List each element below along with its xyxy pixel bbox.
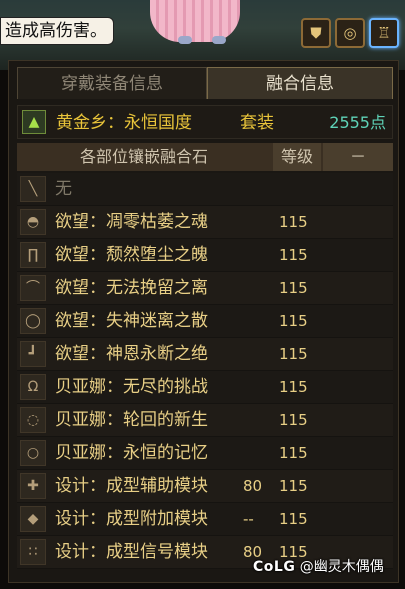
stone-name: 无 <box>55 179 72 199</box>
table-row[interactable]: ○ 贝亚娜：永恒的记忆 115 <box>17 437 393 470</box>
set-type: 套装 <box>240 113 274 133</box>
table-row[interactable]: ┛ 欲望：神恩永断之绝 115 <box>17 338 393 371</box>
fusion-info-panel: 穿戴装备信息 融合信息 ▲ 黄金乡：永恒国度 套装 2555点 各部位镶嵌融合石… <box>8 60 399 583</box>
set-points: 2555点 <box>329 113 386 132</box>
stone-level: 115 <box>279 411 308 429</box>
stone-name: 欲望：神恩永断之绝 <box>55 344 208 364</box>
belt-slot-icon: ◯ <box>20 308 46 334</box>
stone-name: 设计：成型辅助模块 <box>55 476 208 496</box>
table-row[interactable]: ◆ 设计：成型附加模块 -- 115 <box>17 503 393 536</box>
tab-bar: 穿戴装备信息 融合信息 <box>17 67 393 99</box>
stone-level: 115 <box>279 378 308 396</box>
set-bonus-icon: ▲ <box>22 110 46 134</box>
table-row[interactable]: ╲ 无 <box>17 173 393 206</box>
stone-name: 设计：成型信号模块 <box>55 542 208 562</box>
set-name: 黄金乡：永恒国度 <box>56 113 192 133</box>
table-row[interactable]: ⌒ 欲望：无法挽留之离 115 <box>17 272 393 305</box>
trophy-icon[interactable]: ♖ <box>369 18 399 48</box>
stone-name: 欲望：颓然堕尘之魄 <box>55 245 208 265</box>
stone-level: 115 <box>279 246 308 264</box>
tooltip-text: 造成高伤害。 <box>0 17 114 45</box>
stone-level: 115 <box>279 444 308 462</box>
top-button-bar: ⛊ ◎ ♖ <box>301 18 399 48</box>
table-row[interactable]: Ω 贝亚娜：无尽的挑战 115 <box>17 371 393 404</box>
magic-stone-slot-icon: ◆ <box>20 506 46 532</box>
stone-name: 欲望：失神迷离之散 <box>55 311 208 331</box>
character-feet <box>178 36 228 46</box>
tab-fusion-info[interactable]: 融合信息 <box>207 67 393 99</box>
armor-icon[interactable]: ⛊ <box>301 18 331 48</box>
ring-icon[interactable]: ◎ <box>335 18 365 48</box>
stone-level: 115 <box>279 477 308 495</box>
stone-extra: -- <box>243 510 254 528</box>
necklace-slot-icon: Ω <box>20 374 46 400</box>
stone-name: 欲望：凋零枯萎之魂 <box>55 212 208 232</box>
fusion-stone-list: ╲ 无 ◓ 欲望：凋零枯萎之魂 115 ∏ 欲望：颓然堕尘之魄 115 ⌒ 欲望… <box>17 173 393 569</box>
stone-level: 115 <box>279 279 308 297</box>
table-row[interactable]: ∏ 欲望：颓然堕尘之魄 115 <box>17 239 393 272</box>
stone-level: 115 <box>279 312 308 330</box>
watermark-brand: CoLG <box>253 559 296 575</box>
stone-name: 贝亚娜：轮回的新生 <box>55 410 208 430</box>
stone-name: 欲望：无法挽留之离 <box>55 278 208 298</box>
bracelet-slot-icon: ◌ <box>20 407 46 433</box>
set-info-row: ▲ 黄金乡：永恒国度 套装 2555点 <box>17 105 393 139</box>
table-row[interactable]: ◌ 贝亚娜：轮回的新生 115 <box>17 404 393 437</box>
stone-extra: 80 <box>243 477 263 495</box>
watermark-user: @幽灵木偶偶 <box>299 559 384 575</box>
stone-level: 115 <box>279 213 308 231</box>
ring-slot-icon: ○ <box>20 440 46 466</box>
support-slot-icon: ✚ <box>20 473 46 499</box>
stone-name: 贝亚娜：永恒的记忆 <box>55 443 208 463</box>
earring-slot-icon: ∷ <box>20 539 46 565</box>
table-row[interactable]: ✚ 设计：成型辅助模块 80 115 <box>17 470 393 503</box>
table-row[interactable]: ◓ 欲望：凋零枯萎之魂 115 <box>17 206 393 239</box>
sword-slot-icon: ╲ <box>20 176 46 202</box>
stone-level: 115 <box>279 510 308 528</box>
stone-name: 贝亚娜：无尽的挑战 <box>55 377 208 397</box>
table-header: 各部位镶嵌融合石 等级 － <box>17 143 393 171</box>
table-row[interactable]: ◯ 欲望：失神迷离之散 115 <box>17 305 393 338</box>
watermark: CoLG @幽灵木偶偶 <box>253 556 384 578</box>
header-slots: 各部位镶嵌融合石 <box>79 147 208 166</box>
shoulder-slot-icon: ◓ <box>20 209 46 235</box>
stone-name: 设计：成型附加模块 <box>55 509 208 529</box>
boots-slot-icon: ┛ <box>20 341 46 367</box>
hat-slot-icon: ⌒ <box>20 275 46 301</box>
tab-equipment-info[interactable]: 穿戴装备信息 <box>17 67 207 99</box>
header-extra[interactable]: － <box>323 143 393 171</box>
header-level[interactable]: 等级 <box>273 143 321 171</box>
pants-slot-icon: ∏ <box>20 242 46 268</box>
stone-level: 115 <box>279 345 308 363</box>
